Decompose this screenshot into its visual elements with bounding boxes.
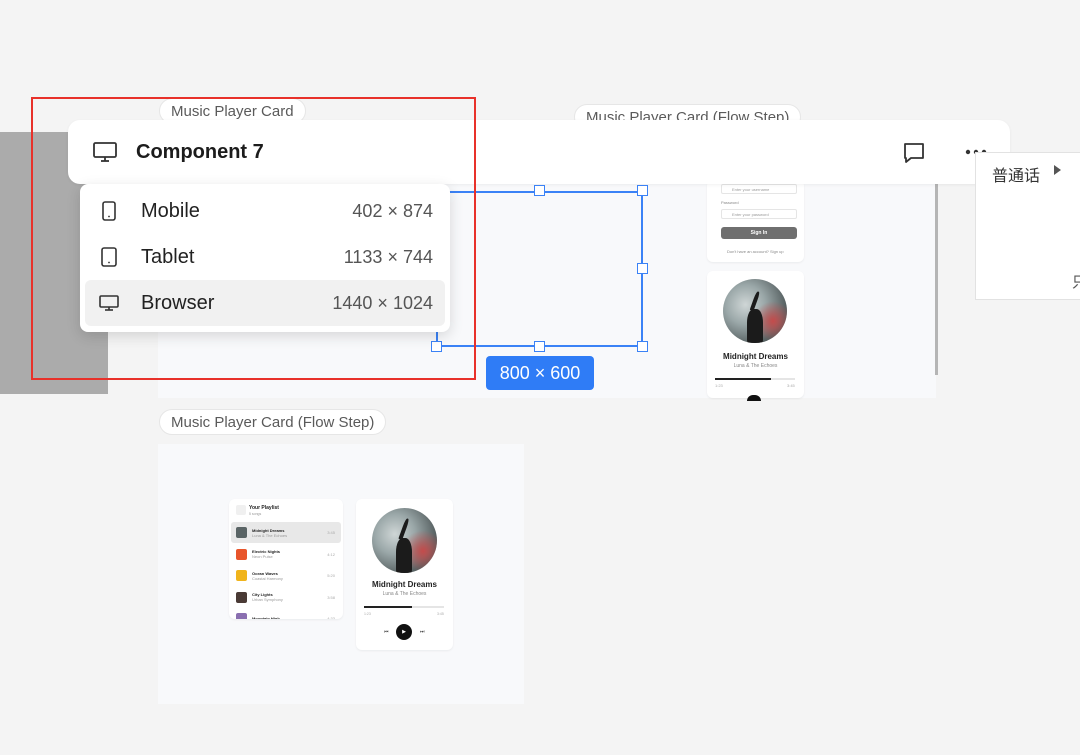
playlist-row: Mountain High 4:33: [231, 608, 341, 619]
playlist-subtitle: 5 songs: [249, 512, 262, 516]
resize-handle-right[interactable]: [637, 263, 648, 274]
signin-button: Sign In: [721, 227, 797, 239]
progress-fill: [364, 606, 412, 608]
song-text: Mountain High: [252, 616, 327, 619]
song-thumbnail: [236, 570, 247, 581]
progress-track: [715, 378, 795, 380]
password-label: Password: [721, 200, 739, 205]
frame-label-flow-step-bottom[interactable]: Music Player Card (Flow Step): [159, 409, 387, 435]
song-duration: 3:58: [327, 594, 335, 600]
song-artist: Urban Symphony: [252, 597, 283, 602]
playlist-title: Your Playlist: [249, 505, 279, 511]
playlist-card-preview: Your Playlist 5 songs Midnight Dreams Lun…: [229, 499, 343, 619]
player-card-preview: Midnight Dreams Luna & The Echoes 1:23 3…: [356, 499, 453, 650]
playlist-row: Midnight Dreams Luna & The Echoes 3:45: [231, 522, 341, 543]
playlist-icon: [236, 505, 246, 515]
song-duration: 4:33: [327, 616, 335, 619]
song-text: City Lights Urban Symphony: [252, 592, 327, 602]
highlight-annotation-box: [31, 97, 476, 380]
resize-handle-bottom[interactable]: [534, 341, 545, 352]
previous-icon: ⏮: [384, 629, 389, 635]
song-title: Midnight Dreams: [723, 352, 788, 361]
album-art: [723, 279, 787, 343]
resize-handle-top-right[interactable]: [637, 185, 648, 196]
artist-name: Luna & The Echoes: [733, 363, 778, 369]
comment-icon[interactable]: [900, 139, 928, 167]
selection-size-badge: 800 × 600: [486, 356, 594, 390]
signup-footer: Don't have an account? Sign up: [727, 249, 784, 254]
resize-handle-top[interactable]: [534, 185, 545, 196]
play-icon: ▶: [396, 624, 412, 640]
playlist-row: Ocean Waves Coastal Harmony 5:20: [231, 565, 341, 586]
time-end: 3:45: [787, 383, 795, 388]
song-text: Ocean Waves Coastal Harmony: [252, 571, 327, 581]
song-text: Midnight Dreams Luna & The Echoes: [252, 528, 327, 538]
song-duration: 3:45: [327, 530, 335, 535]
song-thumbnail: [236, 591, 247, 603]
song-title: Mountain High: [252, 616, 280, 619]
player-card-preview-small: Midnight Dreams Luna & The Echoes 1:23 3…: [707, 271, 804, 401]
song-thumbnail: [236, 548, 247, 560]
time-start: 1:23: [364, 612, 371, 616]
song-thumbnail: [236, 527, 247, 538]
song-duration: 4:12: [327, 551, 335, 557]
partial-text: 只: [1072, 274, 1080, 291]
username-field: Enter your username: [721, 184, 797, 194]
playlist-row: City Lights Urban Symphony 3:58: [231, 587, 341, 608]
song-duration: 5:20: [327, 573, 335, 578]
password-field: Enter your password: [721, 209, 797, 219]
artist-name: Luna & The Echoes: [382, 591, 427, 597]
language-option[interactable]: 普通话: [992, 162, 1040, 186]
password-placeholder: Enter your password: [732, 211, 769, 217]
time-end: 3:45: [437, 612, 444, 616]
frame-scrollbar[interactable]: [935, 180, 938, 375]
album-art: [372, 508, 437, 573]
resize-handle-bottom-right[interactable]: [637, 341, 648, 352]
song-artist: Neon Pulse: [252, 554, 273, 559]
progress-track: [364, 606, 444, 608]
language-menu-panel: 普通话 只: [975, 152, 1080, 300]
playlist-row: Electric Nights Neon Pulse 4:12: [231, 544, 341, 565]
song-artist: Luna & The Echoes: [252, 532, 288, 538]
time-start: 1:23: [715, 383, 723, 388]
submenu-arrow-icon: [1054, 165, 1061, 175]
song-artist: Coastal Harmony: [252, 575, 283, 581]
next-icon: ⏭: [420, 629, 425, 635]
progress-fill: [715, 378, 771, 380]
song-title: Midnight Dreams: [372, 580, 437, 589]
play-button: [747, 395, 761, 401]
song-text: Electric Nights Neon Pulse: [252, 549, 327, 559]
username-placeholder: Enter your username: [732, 186, 770, 192]
login-card-preview: Enter your username Password Enter your …: [707, 180, 804, 262]
song-thumbnail: [236, 613, 247, 619]
